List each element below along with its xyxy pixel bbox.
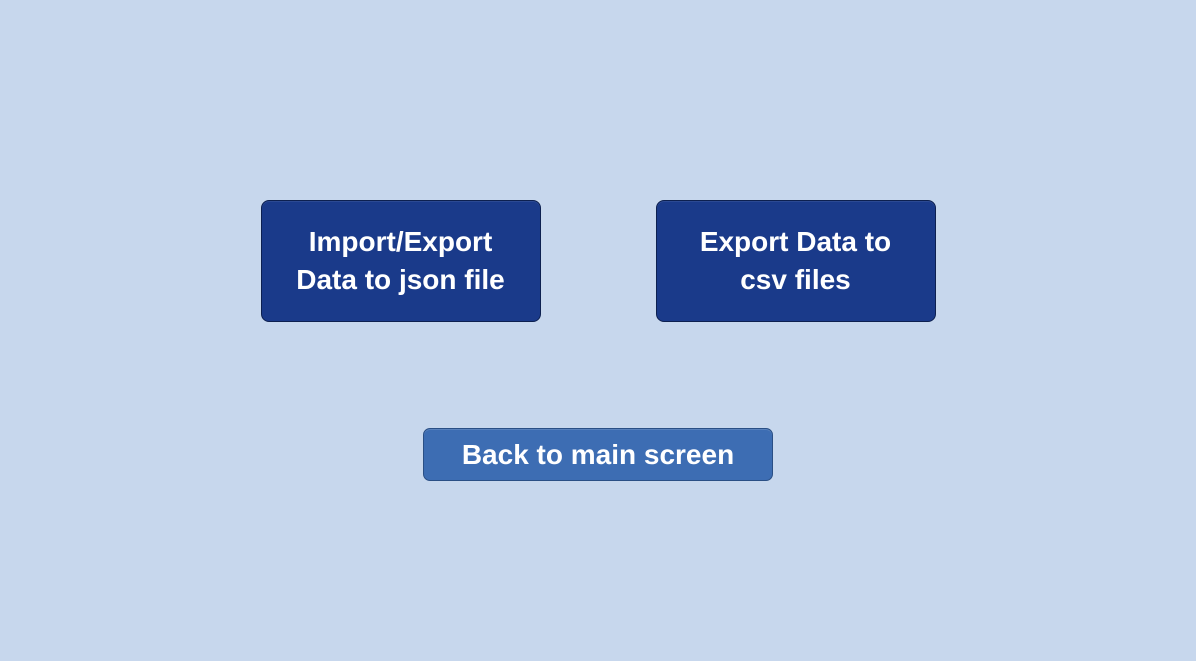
back-button-row: Back to main screen [0,428,1196,481]
back-to-main-button[interactable]: Back to main screen [423,428,773,481]
import-export-json-button[interactable]: Import/Export Data to json file [261,200,541,322]
export-csv-button[interactable]: Export Data to csv files [656,200,936,322]
action-button-row: Import/Export Data to json file Export D… [0,200,1196,322]
